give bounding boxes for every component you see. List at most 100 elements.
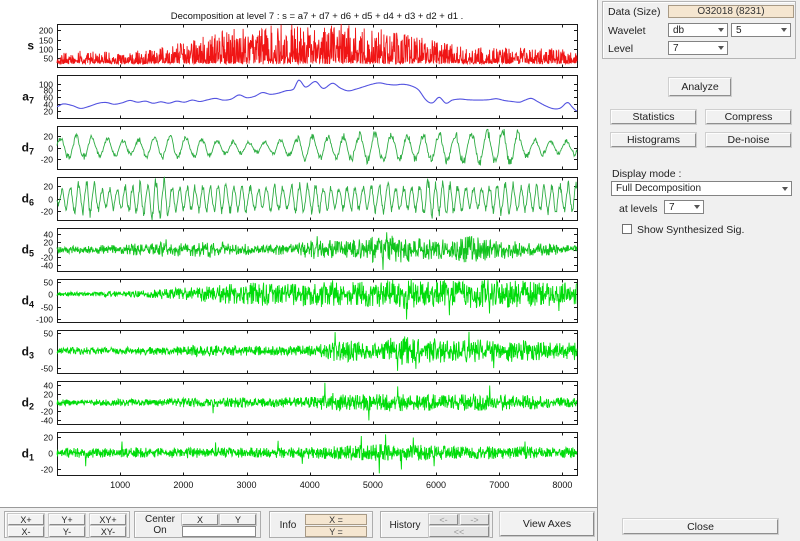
center-on-input[interactable] [182, 526, 256, 537]
svg-text:0: 0 [48, 398, 53, 408]
panel-d7[interactable]: -20020d7 [22, 127, 578, 170]
analyze-button[interactable]: Analyze [669, 78, 731, 96]
svg-text:-100: -100 [36, 314, 53, 324]
info-y-value: Y = [305, 526, 367, 537]
decomposition-plot-area: Decomposition at level 7 : s = a7 + d7 +… [0, 0, 597, 507]
svg-text:-50: -50 [41, 363, 54, 373]
svg-text:0: 0 [48, 448, 53, 458]
svg-text:150: 150 [39, 35, 53, 45]
wavelet-family-value: db [673, 25, 684, 36]
panel-d1[interactable]: -20 0 20 d1 [22, 432, 578, 475]
panel-label-d3: d3 [22, 345, 34, 361]
compress-button[interactable]: Compress [706, 110, 791, 124]
svg-text:-20: -20 [41, 464, 54, 474]
y-tick-labels-d1: -20 0 20 [41, 432, 54, 474]
panel-label-a7: a7 [22, 90, 34, 106]
svg-text:200: 200 [39, 25, 53, 35]
center-y-button[interactable]: Y [220, 514, 256, 525]
wavelet-1d-window: Decomposition at level 7 : s = a7 + d7 +… [0, 0, 800, 541]
waveform-d1 [57, 434, 577, 473]
y-tick-labels-d3: -50050 [41, 328, 54, 373]
zoom-xy-plus-button[interactable]: XY+ [90, 514, 126, 525]
waveform-d5 [57, 232, 577, 270]
panel-label-d4: d4 [22, 294, 34, 310]
svg-text:-20: -20 [41, 206, 54, 216]
level-label: Level [608, 43, 633, 55]
svg-text:0: 0 [48, 194, 53, 204]
waveform-a7 [57, 80, 577, 111]
center-x-button[interactable]: X [182, 514, 218, 525]
svg-text:0: 0 [48, 346, 53, 356]
svg-text:-50: -50 [41, 302, 54, 312]
svg-text:8000: 8000 [552, 480, 572, 490]
panel-d4[interactable]: -100-50050d4 [22, 277, 578, 324]
chevron-down-icon [694, 205, 700, 209]
history-back-button[interactable]: <- [429, 514, 458, 525]
chevron-down-icon [718, 46, 724, 50]
info-x-value: X = [305, 514, 367, 525]
svg-text:-40: -40 [41, 415, 54, 425]
show-synthesized-label: Show Synthesized Sig. [637, 224, 744, 236]
panel-d6[interactable]: -20020d6 [22, 178, 578, 221]
plots-svg: 50100150200s20406080100a7-20020d7-20020d… [0, 0, 597, 507]
panel-d5[interactable]: -40-2002040d5 [22, 229, 578, 272]
center-on-label-line2: On [141, 525, 179, 536]
chevron-down-icon [782, 187, 788, 191]
zoom-x-plus-button[interactable]: X+ [8, 514, 44, 525]
y-tick-labels-d4: -100-50050 [36, 277, 53, 324]
waveform-d2 [57, 383, 577, 421]
history-label: History [385, 520, 425, 531]
denoise-button[interactable]: De-noise [706, 133, 791, 147]
chevron-down-icon [781, 28, 787, 32]
display-mode-label: Display mode : [612, 168, 681, 180]
waveform-d3 [57, 332, 577, 371]
show-synthesized-checkbox[interactable] [622, 224, 632, 234]
panel-label-d1: d1 [22, 447, 34, 463]
display-mode-value: Full Decomposition [616, 183, 701, 194]
svg-text:50: 50 [44, 277, 54, 287]
svg-text:1000: 1000 [110, 480, 130, 490]
svg-text:-20: -20 [41, 154, 54, 164]
statistics-button[interactable]: Statistics [611, 110, 696, 124]
level-select[interactable]: 7 [668, 41, 728, 55]
panel-label-s: s [27, 39, 34, 53]
waveform-d4 [57, 279, 577, 319]
x-tick-labels: 10002000300040005000600070008000 [110, 480, 572, 490]
zoom-x-minus-button[interactable]: X- [8, 526, 44, 537]
zoom-y-minus-button[interactable]: Y- [49, 526, 85, 537]
zoom-y-plus-button[interactable]: Y+ [49, 514, 85, 525]
svg-text:100: 100 [39, 79, 53, 89]
wavelet-label: Wavelet [608, 25, 646, 37]
svg-text:5000: 5000 [363, 480, 383, 490]
at-levels-select[interactable]: 7 [664, 200, 704, 214]
wavelet-number-select[interactable]: 5 [731, 23, 791, 37]
svg-text:20: 20 [44, 181, 54, 191]
histograms-button[interactable]: Histograms [611, 133, 696, 147]
waveform-s [57, 24, 577, 64]
panel-d3[interactable]: -50050d3 [22, 328, 578, 373]
display-mode-select[interactable]: Full Decomposition [611, 181, 792, 196]
wavelet-family-select[interactable]: db [668, 23, 728, 37]
center-on-label-line1: Center [141, 514, 179, 525]
y-tick-labels-d7: -20020 [41, 131, 54, 164]
svg-text:4000: 4000 [300, 480, 320, 490]
panel-a7[interactable]: 20406080100a7 [22, 76, 577, 119]
at-levels-label: at levels [619, 203, 658, 215]
waveform-d6 [57, 178, 577, 220]
info-label: Info [274, 520, 302, 531]
view-axes-button[interactable]: View Axes [500, 512, 594, 536]
zoom-toolbar: X+ Y+ XY+ X- Y- XY- Center On X Y Info X… [0, 507, 597, 541]
y-tick-labels-s: 50100150200 [39, 25, 53, 63]
center-on-group: Center On X Y [134, 511, 261, 538]
close-button[interactable]: Close [623, 519, 778, 534]
panel-d2[interactable]: -40-2002040d2 [22, 380, 578, 425]
data-size-label: Data (Size) [608, 6, 661, 18]
svg-text:20: 20 [44, 432, 54, 442]
svg-text:6000: 6000 [426, 480, 446, 490]
panel-s[interactable]: 50100150200 s [27, 24, 577, 68]
svg-text:100: 100 [39, 44, 53, 54]
history-forward-button[interactable]: -> [460, 514, 489, 525]
zoom-xy-minus-button[interactable]: XY- [90, 526, 126, 537]
data-size-value: O32018 (8231) [668, 5, 794, 18]
history-rewind-button[interactable]: << [429, 526, 489, 537]
